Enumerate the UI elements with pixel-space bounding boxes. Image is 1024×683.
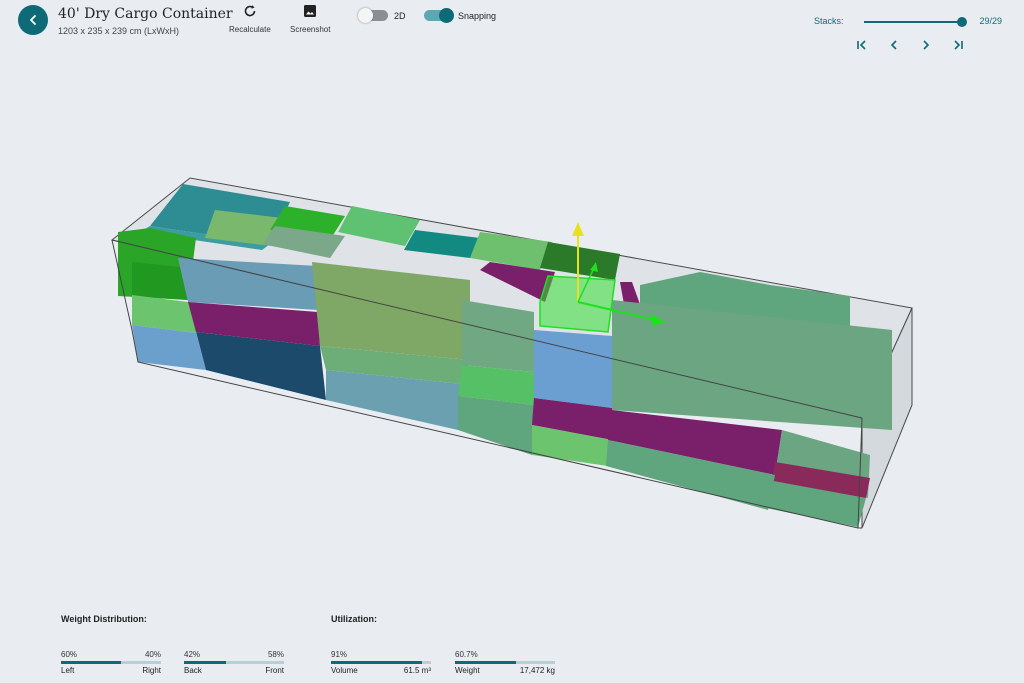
right-label: Right	[142, 666, 161, 675]
volume-bar-fill	[331, 661, 422, 664]
weight-utilization: 60.7% Weight 17,472 kg	[455, 650, 555, 678]
back-front-bar-fill	[184, 661, 226, 664]
container-3d-view[interactable]	[0, 0, 1024, 683]
right-percent: 40%	[144, 650, 161, 659]
volume-percent: 91%	[331, 650, 348, 659]
weight-percent: 60.7%	[455, 650, 478, 659]
left-right-distribution: 60% 40% Left Right	[61, 650, 161, 678]
back-label: Back	[184, 666, 202, 675]
back-front-bar	[184, 661, 284, 664]
left-right-bar	[61, 661, 161, 664]
volume-amount: 61.5 m³	[403, 666, 431, 675]
weight-amount: 17,472 kg	[519, 666, 555, 675]
volume-bar	[331, 661, 431, 664]
left-percent: 60%	[61, 650, 78, 659]
weight-bar-fill	[455, 661, 516, 664]
back-percent: 42%	[184, 650, 201, 659]
utilization-title: Utilization:	[331, 614, 377, 624]
left-right-bar-fill	[61, 661, 121, 664]
weight-distribution-title: Weight Distribution:	[61, 614, 147, 624]
left-label: Left	[61, 666, 75, 675]
front-percent: 58%	[267, 650, 284, 659]
volume-label: Volume	[331, 666, 358, 675]
weight-bar	[455, 661, 555, 664]
volume-utilization: 91% Volume 61.5 m³	[331, 650, 431, 678]
weight-label: Weight	[455, 666, 480, 675]
front-label: Front	[265, 666, 284, 675]
y-axis-arrow-icon[interactable]	[572, 222, 584, 236]
back-front-distribution: 42% 58% Back Front	[184, 650, 284, 678]
